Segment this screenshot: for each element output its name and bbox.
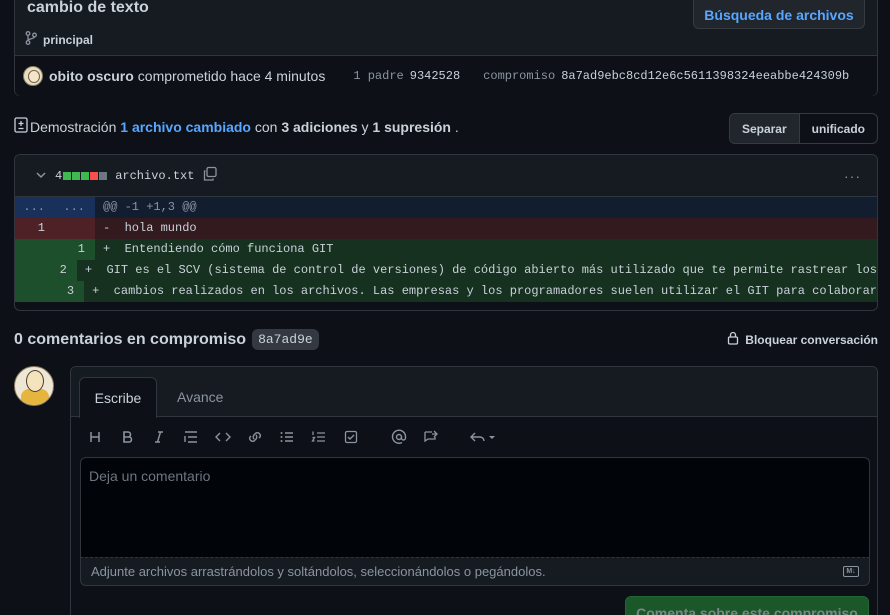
old-line-number[interactable] <box>15 260 46 281</box>
new-line-number[interactable] <box>55 218 95 239</box>
line-content: + GIT es el SCV (sistema de control de v… <box>76 260 877 281</box>
diff-file: 4 archivo.txt ··· ... ... @@ -1 +1,3 @@ … <box>14 154 878 311</box>
comments-title: 0 comentarios en compromiso <box>14 330 247 348</box>
parent-sha[interactable]: 9342528 <box>410 69 460 83</box>
new-line-number[interactable]: 3 <box>49 281 85 302</box>
diff-line: 2 + GIT es el SCV (sistema de control de… <box>15 260 877 281</box>
author-name[interactable]: obito oscuro <box>49 68 134 84</box>
italic-icon[interactable] <box>143 427 175 447</box>
split-view-button[interactable]: Separar <box>729 114 800 143</box>
commit-time: comprometido hace 4 minutos <box>137 68 326 84</box>
commit-label: compromiso <box>483 69 556 83</box>
file-header: 4 archivo.txt ··· <box>15 155 877 197</box>
kebab-menu-icon[interactable]: ··· <box>844 168 861 184</box>
comments-heading: 0 comentarios en compromiso 8a7ad9e <box>14 329 319 350</box>
diffstat-square <box>81 171 90 180</box>
hunk-text: @@ -1 +1,3 @@ <box>95 197 877 218</box>
tab-preview[interactable]: Avance <box>177 389 223 405</box>
diffstat-square <box>90 171 99 180</box>
commit-sha-chip: 8a7ad9e <box>252 329 319 350</box>
lock-icon <box>727 331 739 348</box>
line-content: + Entendiendo cómo funciona GIT <box>95 239 877 260</box>
attach-hint: Adjunte archivos arrastrándolos y soltán… <box>91 564 546 579</box>
diffstat-count: 4 <box>55 168 63 183</box>
diff-view-toggle: Separar unificado <box>728 113 878 144</box>
markdown-toolbar <box>79 427 503 447</box>
diff-line: 1 + Entendiendo cómo funciona GIT <box>15 239 877 260</box>
summary-with: con <box>254 118 278 135</box>
diffstat: 4 <box>55 168 108 183</box>
additions-count: 3 adiciones <box>281 118 358 135</box>
commit-sha: 8a7ad9ebc8cd12e6c5611398324eeabbe424309b <box>561 69 850 83</box>
branch-info[interactable]: principal <box>25 31 93 48</box>
bullet-list-icon[interactable] <box>271 427 303 447</box>
hunk-expand-right[interactable]: ... <box>55 197 95 218</box>
link-icon[interactable] <box>239 427 271 447</box>
commit-meta: obito oscuro comprometido hace 4 minutos… <box>15 55 877 96</box>
diffstat-square <box>72 171 81 180</box>
attach-files-area[interactable]: Adjunte archivos arrastrándolos y soltán… <box>80 557 870 586</box>
file-name[interactable]: archivo.txt <box>115 169 194 183</box>
diffstat-squares <box>63 171 108 180</box>
new-line-number[interactable]: 1 <box>55 239 95 260</box>
diff-line: 1 - hola mundo <box>15 218 877 239</box>
hunk-header: ... ... @@ -1 +1,3 @@ <box>15 197 877 218</box>
comment-form: Escribe Avance Deja un comentario Adjunt… <box>70 366 878 615</box>
copy-icon[interactable] <box>202 166 218 185</box>
old-line-number[interactable] <box>15 281 50 302</box>
cross-reference-icon[interactable] <box>415 427 447 447</box>
diff-summary: Demostración 1 archivo cambiado con 3 ad… <box>14 117 459 136</box>
author-avatar[interactable] <box>23 66 43 86</box>
files-changed-link[interactable]: 1 archivo cambiado <box>120 119 251 135</box>
unified-view-button[interactable]: unificado <box>800 114 877 143</box>
summary-prefix: Demostración <box>30 118 117 135</box>
diff-line: 3 + cambios realizados en los archivos. … <box>15 281 877 302</box>
mention-icon[interactable] <box>383 427 415 447</box>
summary-end: . <box>454 118 459 135</box>
diffstat-square <box>99 171 108 180</box>
heading-icon[interactable] <box>79 427 111 447</box>
commit-title: cambio de texto <box>27 0 149 16</box>
line-content: - hola mundo <box>95 218 877 239</box>
comment-textarea[interactable]: Deja un comentario <box>80 457 870 557</box>
commit-header: cambio de texto principal Búsqueda de ar… <box>14 0 878 96</box>
user-avatar[interactable] <box>14 366 54 406</box>
git-branch-icon <box>25 31 37 48</box>
line-content: + cambios realizados en los archivos. La… <box>84 281 877 302</box>
markdown-icon[interactable]: M↓ <box>843 566 859 577</box>
summary-and: y <box>361 118 369 135</box>
submit-comment-button[interactable]: Comenta sobre este compromiso <box>625 596 869 615</box>
branch-name: principal <box>43 32 94 47</box>
lock-label: Bloquear conversación <box>745 332 878 347</box>
numbered-list-icon[interactable] <box>303 427 335 447</box>
parent-label: 1 padre <box>353 69 404 83</box>
diffstat-square <box>63 171 72 180</box>
code-icon[interactable] <box>207 427 239 447</box>
deletions-count: 1 supresión <box>372 118 451 135</box>
chevron-down-icon[interactable] <box>35 168 47 184</box>
bold-icon[interactable] <box>111 427 143 447</box>
file-diff-icon <box>14 117 28 136</box>
reply-icon[interactable] <box>463 427 503 447</box>
old-line-number[interactable]: 1 <box>15 218 55 239</box>
lock-conversation-button[interactable]: Bloquear conversación <box>727 331 878 348</box>
tab-write[interactable]: Escribe <box>79 377 157 418</box>
quote-icon[interactable] <box>175 427 207 447</box>
new-line-number[interactable]: 2 <box>45 260 77 281</box>
editor-tabs: Escribe Avance <box>71 367 877 418</box>
browse-files-button[interactable]: Búsqueda de archivos <box>693 0 865 29</box>
old-line-number[interactable] <box>15 239 55 260</box>
task-list-icon[interactable] <box>335 427 367 447</box>
hunk-expand-left[interactable]: ... <box>15 197 55 218</box>
